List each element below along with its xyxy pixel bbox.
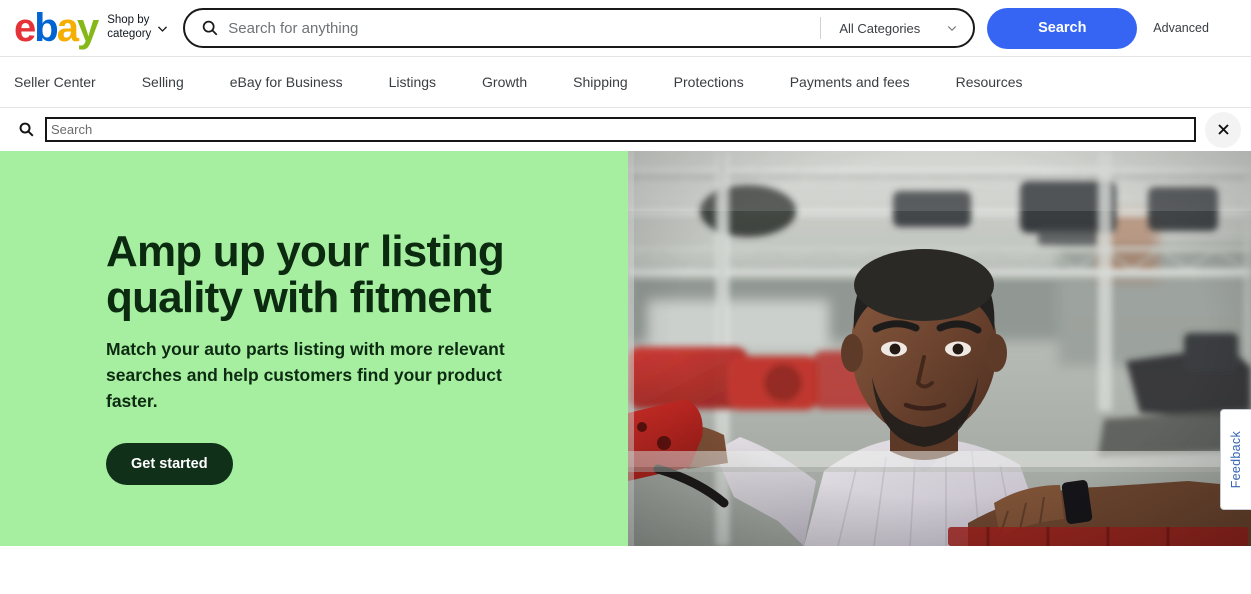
feedback-tab[interactable]: Feedback xyxy=(1220,409,1251,510)
shop-by-line1: Shop by xyxy=(107,14,150,27)
nav-item-seller-center[interactable]: Seller Center xyxy=(14,74,96,90)
nav-item-payments-and-fees[interactable]: Payments and fees xyxy=(790,74,910,90)
nav-item-ebay-for-business[interactable]: eBay for Business xyxy=(230,74,343,90)
primary-nav: Seller Center Selling eBay for Business … xyxy=(0,56,1251,108)
secondary-search-row xyxy=(0,108,1251,151)
nav-item-resources[interactable]: Resources xyxy=(956,74,1023,90)
chevron-down-icon xyxy=(946,22,958,34)
logo-letter-e: e xyxy=(14,6,36,50)
global-search-box: All Categories xyxy=(183,8,976,48)
logo-letter-y: y xyxy=(76,6,99,50)
get-started-button[interactable]: Get started xyxy=(106,442,233,485)
secondary-search-input[interactable] xyxy=(45,117,1196,142)
hero-banner: Amp up your listing quality with fitment… xyxy=(0,151,1251,546)
category-select[interactable]: All Categories xyxy=(821,10,973,46)
hero-copy-panel: Amp up your listing quality with fitment… xyxy=(0,151,628,546)
site-header: e b a y Shop by category All Categories xyxy=(0,0,1251,56)
search-input[interactable] xyxy=(228,10,821,46)
nav-item-protections[interactable]: Protections xyxy=(674,74,744,90)
shop-by-category-label[interactable]: Shop by category xyxy=(107,14,151,41)
advanced-search-link[interactable]: Advanced xyxy=(1153,21,1209,35)
chevron-down-icon[interactable] xyxy=(156,22,169,35)
hero-subheading: Match your auto parts listing with more … xyxy=(106,339,505,411)
shop-by-line2: category xyxy=(107,28,152,40)
close-icon[interactable] xyxy=(1205,111,1241,148)
feedback-label: Feedback xyxy=(1229,430,1243,489)
ebay-logo[interactable]: e b a y xyxy=(14,6,99,50)
hero-heading: Amp up your listing quality with fitment xyxy=(106,227,505,323)
nav-item-selling[interactable]: Selling xyxy=(142,74,184,90)
hero-photo-illustration xyxy=(628,151,1251,546)
search-icon xyxy=(201,19,219,37)
nav-item-shipping[interactable]: Shipping xyxy=(573,74,628,90)
nav-item-growth[interactable]: Growth xyxy=(482,74,527,90)
hero-image xyxy=(628,151,1251,546)
search-icon xyxy=(18,121,35,138)
category-select-label: All Categories xyxy=(839,20,921,36)
nav-item-listings[interactable]: Listings xyxy=(389,74,436,90)
logo-letter-a: a xyxy=(56,6,79,50)
logo-letter-b: b xyxy=(34,6,58,50)
search-button[interactable]: Search xyxy=(987,7,1138,49)
